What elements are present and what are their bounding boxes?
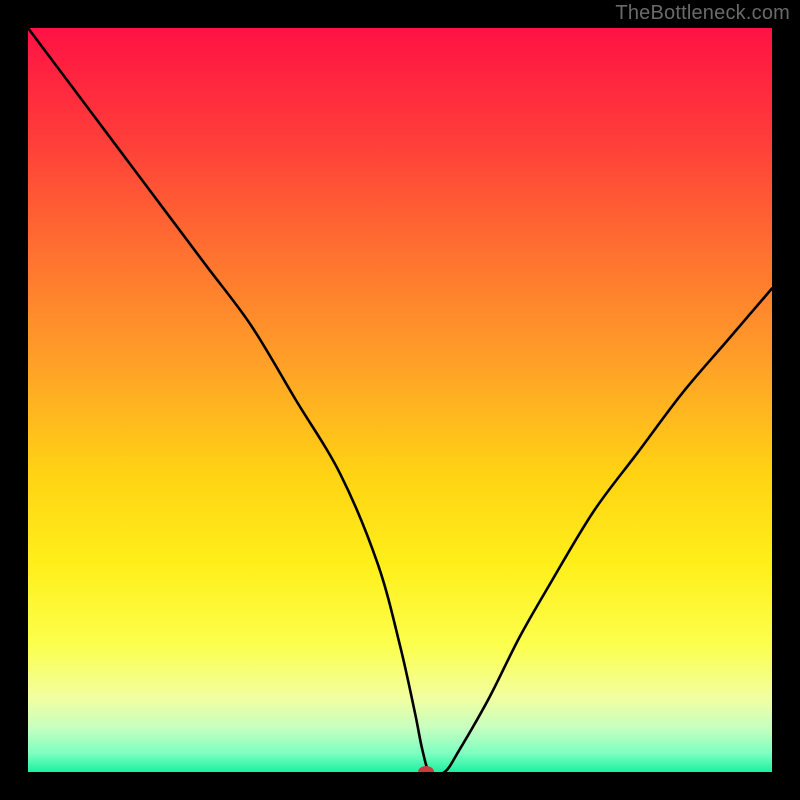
chart-svg (28, 28, 772, 772)
watermark-text: TheBottleneck.com (615, 2, 790, 25)
chart-frame: TheBottleneck.com (0, 0, 800, 800)
chart-background (28, 28, 772, 772)
chart-plot-area (28, 28, 772, 772)
